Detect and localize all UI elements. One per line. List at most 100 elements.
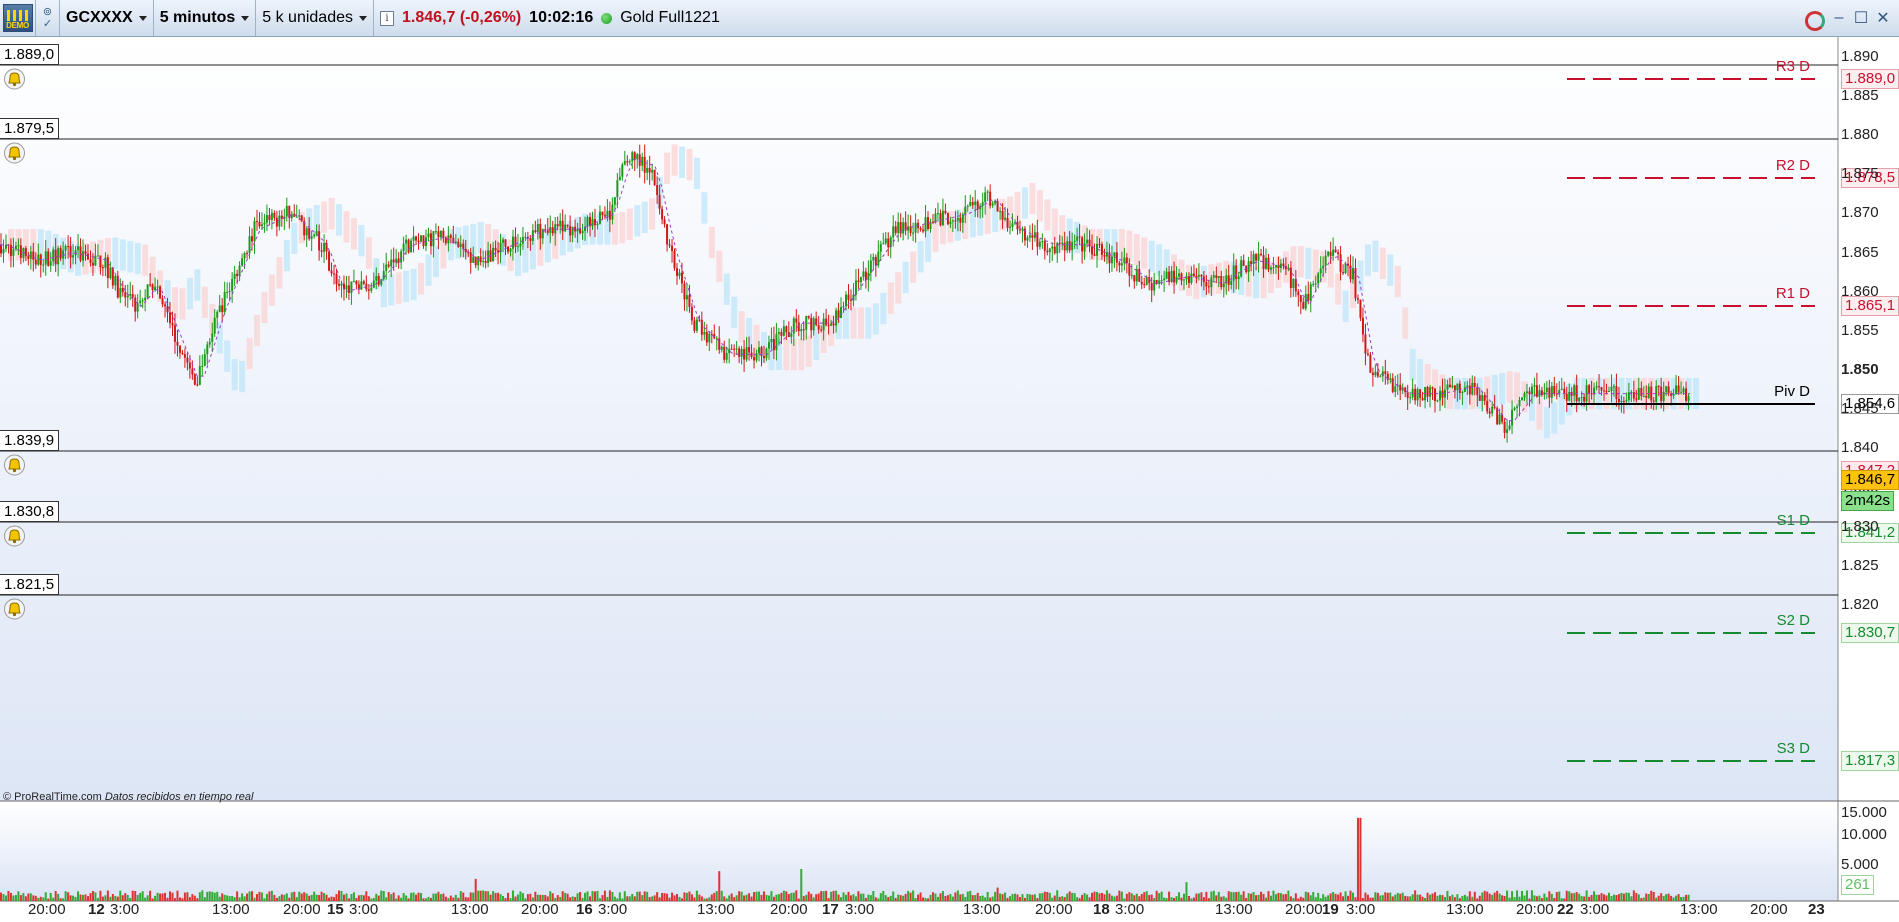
candle-body xyxy=(216,311,219,318)
candle-body xyxy=(989,191,992,206)
candle-body xyxy=(534,230,537,233)
volume-bar xyxy=(1511,891,1514,901)
candle-body xyxy=(497,250,500,253)
price-chart-canvas[interactable] xyxy=(0,37,1899,922)
volume-bar xyxy=(410,892,413,901)
bell-icon[interactable] xyxy=(3,68,26,90)
volume-bar xyxy=(1083,893,1086,901)
volume-bar xyxy=(44,892,47,901)
candle-body xyxy=(703,331,706,335)
alert-level-label[interactable]: 1.830,8 xyxy=(0,501,60,522)
candle-body xyxy=(387,264,390,267)
volume-bar xyxy=(365,891,368,901)
maximize-icon[interactable]: ☐ xyxy=(1853,10,1869,27)
candle-body xyxy=(1230,280,1233,285)
minimize-icon[interactable]: – xyxy=(1831,9,1847,26)
volume-bar xyxy=(1379,895,1382,901)
price-tick: 1.845 xyxy=(1841,400,1879,418)
volume-bar xyxy=(1493,892,1496,901)
cloud-segment xyxy=(865,307,872,339)
candle-body xyxy=(275,217,278,227)
candle-body xyxy=(539,223,542,239)
alert-level-label[interactable]: 1.879,5 xyxy=(0,118,60,139)
candle-body xyxy=(1220,276,1223,288)
close-icon[interactable]: ✕ xyxy=(1875,10,1891,27)
cloud-segment xyxy=(716,250,723,282)
period-selector[interactable]: 5 minutos xyxy=(154,0,257,36)
candle-body xyxy=(1021,228,1024,231)
time-label: 20:00 xyxy=(1285,901,1323,918)
candle-body xyxy=(1255,254,1258,261)
candle-body xyxy=(748,347,751,353)
volume-bar xyxy=(1145,891,1148,901)
candle-body xyxy=(96,255,99,257)
candle-body xyxy=(621,164,624,177)
candle-body xyxy=(1068,241,1071,251)
volume-bar xyxy=(765,894,768,901)
info-icon[interactable]: i xyxy=(379,10,394,26)
candle-body xyxy=(1242,260,1245,266)
alert-level-label[interactable]: 1.839,9 xyxy=(0,430,60,451)
volume-bar xyxy=(352,892,355,901)
volume-bar xyxy=(931,892,934,901)
price-tick: 1.875 xyxy=(1841,165,1879,183)
alert-level-label[interactable]: 1.889,0 xyxy=(0,44,60,65)
volume-bar xyxy=(1670,895,1673,901)
volume-bar xyxy=(1153,897,1156,901)
volume-bar xyxy=(1023,897,1026,901)
alert-level-label[interactable]: 1.821,5 xyxy=(0,574,60,595)
volume-bar xyxy=(1329,893,1332,901)
candle-body xyxy=(516,246,519,248)
candle-body xyxy=(673,250,676,269)
time-label: 20:00 xyxy=(1035,901,1073,918)
cloud-segment xyxy=(902,261,909,294)
volume-bar xyxy=(857,891,860,901)
bell-icon[interactable] xyxy=(3,142,26,164)
candle-body xyxy=(1265,257,1268,269)
chart-area[interactable]: 1.889,0 1.879,5 1.839,9 1.830,8 1.821,5 R3 D… xyxy=(0,37,1899,922)
volume-bar xyxy=(899,895,902,901)
volume-bar xyxy=(1247,893,1250,901)
bell-icon[interactable] xyxy=(3,598,26,620)
volume-bar xyxy=(879,893,882,901)
volume-bar xyxy=(340,890,343,901)
volume-bar xyxy=(835,890,838,901)
time-label: 13:00 xyxy=(451,901,489,918)
volume-bar xyxy=(892,891,895,901)
volume-bar xyxy=(69,895,72,901)
candle-body xyxy=(149,284,152,286)
demo-logo[interactable]: DEMO xyxy=(0,0,36,36)
refresh-icon[interactable] xyxy=(1803,9,1825,31)
price-tick: 1.825 xyxy=(1841,556,1879,574)
candle-body xyxy=(623,161,626,165)
bell-icon[interactable] xyxy=(3,525,26,547)
volume-bar xyxy=(203,897,206,901)
candle-body xyxy=(1605,390,1608,392)
volume-bar xyxy=(111,894,114,901)
candle-body xyxy=(1508,425,1511,430)
volume-bar xyxy=(106,890,109,901)
cloud-segment xyxy=(857,307,864,339)
cloud-segment xyxy=(671,144,678,176)
volume-bar xyxy=(648,897,651,901)
volume-bar xyxy=(395,898,398,901)
candle-body xyxy=(951,220,954,222)
candle-body xyxy=(954,220,957,222)
volume-bar xyxy=(1359,817,1362,901)
volume-bar xyxy=(7,890,10,901)
candle-body xyxy=(226,291,229,293)
units-selector[interactable]: 5 k unidades xyxy=(256,0,374,36)
volume-bar xyxy=(551,893,554,901)
volume-bar xyxy=(196,898,199,901)
candle-body xyxy=(845,294,847,307)
volume-bar xyxy=(1197,893,1200,901)
candle-body xyxy=(1429,387,1432,397)
day-label: 22 xyxy=(1557,901,1574,918)
link-chart-icon[interactable]: ⊚ ✓ xyxy=(36,0,60,36)
ticker-selector[interactable]: GCXXXX xyxy=(60,0,154,36)
cloud-segment xyxy=(1141,237,1148,269)
candle-body xyxy=(710,333,713,335)
bell-icon[interactable] xyxy=(3,454,26,476)
candle-body xyxy=(616,180,619,198)
candle-body xyxy=(1516,406,1519,408)
